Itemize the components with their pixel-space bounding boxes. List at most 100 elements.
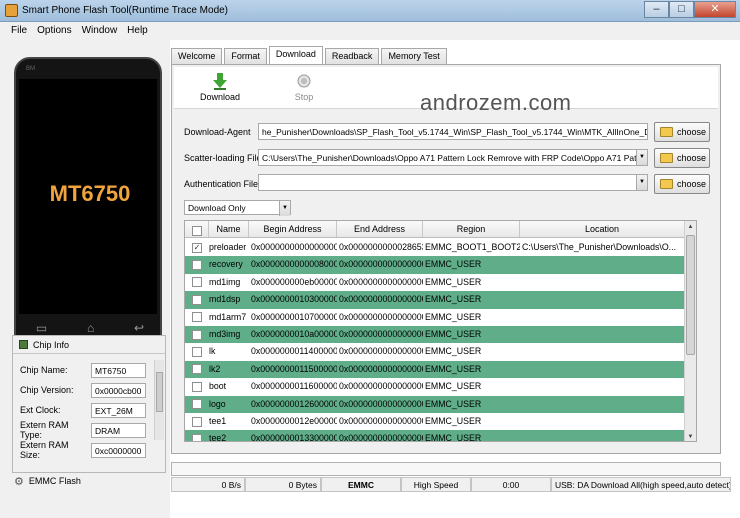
header-end-address[interactable]: End Address	[337, 221, 423, 237]
scroll-thumb[interactable]	[686, 235, 695, 355]
end-address: 0x0000000000000000	[339, 433, 423, 442]
ram-size-value[interactable]: 0xc0000000	[91, 442, 146, 458]
ext-clock-row: Ext Clock: EXT_26M	[20, 402, 146, 418]
menu-options[interactable]: Options	[32, 22, 76, 40]
scroll-thumb[interactable]	[156, 372, 163, 412]
checkbox[interactable]	[192, 329, 202, 340]
table-row[interactable]: ✓ preloader 0x0000000000000000 0x0000000000…	[185, 239, 685, 256]
ram-size-row: Extern RAM Size: 0xc0000000	[20, 440, 146, 460]
download-panel: Download Stop androzem.com Download-Agen…	[171, 64, 721, 454]
choose-da-button[interactable]: choose	[654, 122, 710, 142]
download-button[interactable]: Download	[190, 70, 250, 102]
download-agent-field[interactable]: he_Punisher\Downloads\SP_Flash_Tool_v5.1…	[258, 123, 648, 140]
row-checkbox[interactable]	[185, 291, 209, 308]
checkbox[interactable]	[192, 399, 202, 410]
checkbox[interactable]	[192, 294, 202, 305]
partition-table: Name Begin Address End Address Region Lo…	[184, 220, 697, 442]
minimize-button[interactable]: –	[644, 1, 669, 18]
row-checkbox[interactable]	[185, 430, 209, 441]
auth-file-label: Authentication File	[184, 179, 259, 189]
app-icon	[5, 4, 18, 17]
storage-panel-header[interactable]: ⚙ EMMC Flash	[14, 472, 164, 490]
checkbox[interactable]	[192, 416, 202, 427]
tab-welcome[interactable]: Welcome	[171, 48, 223, 64]
tab-readback[interactable]: Readback	[324, 48, 380, 64]
tab-format[interactable]: Format	[224, 48, 267, 64]
menu-file[interactable]: File	[6, 22, 32, 40]
header-region[interactable]: Region	[423, 221, 520, 237]
scatter-file-field[interactable]: C:\Users\The_Punisher\Downloads\Oppo A71…	[258, 149, 648, 166]
row-checkbox[interactable]	[185, 326, 209, 343]
close-button[interactable]: ✕	[694, 1, 736, 18]
row-checkbox[interactable]: ✓	[185, 239, 209, 256]
table-row[interactable]: lk2 0x0000000011500000 0x0000000000000000 E…	[185, 360, 685, 379]
table-row[interactable]: md1img 0x000000000eb00000 0x00000000000000…	[185, 274, 685, 291]
chip-version-value[interactable]: 0x0000cb00	[91, 382, 146, 398]
checkbox[interactable]	[192, 277, 202, 288]
checkbox[interactable]	[192, 260, 202, 271]
table-row[interactable]: tee2 0x0000000013300000 0x0000000000000000…	[185, 430, 685, 442]
location: C:\Users\The_Punisher\Downloads\O...	[522, 242, 677, 252]
row-checkbox[interactable]	[185, 378, 209, 395]
location	[520, 326, 685, 343]
checkbox[interactable]	[192, 434, 202, 441]
row-checkbox[interactable]	[185, 396, 209, 413]
folder-icon	[660, 179, 673, 189]
table-row[interactable]: tee1 0x0000000012e00000 0x0000000000000000…	[185, 413, 685, 430]
table-row[interactable]: logo 0x0000000012600000 0x0000000000000000…	[185, 395, 685, 413]
scroll-up-icon[interactable]: ▲	[685, 221, 696, 233]
chevron-down-icon[interactable]: ▼	[279, 201, 290, 216]
ext-clock-value[interactable]: EXT_26M	[91, 402, 146, 418]
choose-scatter-button[interactable]: choose	[654, 148, 710, 168]
begin-address: 0x0000000011600000	[251, 381, 337, 392]
left-pane: BM MT6750 ▭ ⌂ ↩ Chip Info Chip Name: MT6…	[0, 40, 170, 518]
partition-name: logo	[209, 398, 226, 409]
chip-info-header[interactable]: Chip Info	[13, 336, 165, 354]
header-location[interactable]: Location	[520, 221, 685, 237]
region: EMMC_USER	[425, 346, 482, 357]
table-row[interactable]: recovery 0x0000000000008000 0x000000000000…	[185, 256, 685, 274]
row-checkbox[interactable]	[185, 361, 209, 378]
select-all-checkbox[interactable]	[185, 221, 209, 237]
checkbox[interactable]: ✓	[192, 242, 202, 253]
row-checkbox[interactable]	[185, 256, 209, 273]
chip-name-value[interactable]: MT6750	[91, 362, 146, 378]
row-checkbox[interactable]	[185, 274, 209, 291]
header-begin-address[interactable]: Begin Address	[249, 221, 337, 237]
table-row[interactable]: md3img 0x0000000010a00000 0x00000000000000…	[185, 326, 685, 344]
row-checkbox[interactable]	[185, 309, 209, 326]
table-row[interactable]: boot 0x0000000011600000 0x0000000000000000…	[185, 378, 685, 395]
tab-memory-test[interactable]: Memory Test	[381, 48, 447, 64]
choose-label: choose	[677, 179, 707, 189]
table-row[interactable]: md1dsp 0x0000000010300000 0x00000000000000…	[185, 291, 685, 309]
checkbox[interactable]	[192, 364, 202, 375]
chip-version-label: Chip Version:	[20, 385, 74, 395]
row-checkbox[interactable]	[185, 343, 209, 360]
chevron-down-icon[interactable]: ▼	[636, 175, 647, 190]
chip-info-scrollbar[interactable]	[154, 360, 164, 440]
checkbox[interactable]	[192, 312, 202, 323]
chevron-down-icon[interactable]: ▼	[636, 150, 647, 165]
ram-type-value[interactable]: DRAM	[91, 422, 146, 438]
stop-button[interactable]: Stop	[274, 70, 334, 102]
choose-auth-button[interactable]: choose	[654, 174, 710, 194]
checkbox[interactable]	[192, 381, 202, 392]
table-row[interactable]: md1arm7 0x0000000010700000 0x0000000000000…	[185, 309, 685, 326]
checkbox[interactable]	[192, 347, 202, 358]
begin-address: 0x0000000012600000	[251, 398, 337, 409]
menu-window[interactable]: Window	[77, 22, 123, 40]
auth-file-field[interactable]: ▼	[258, 174, 648, 191]
download-mode-select[interactable]: Download Only ▼	[184, 200, 291, 216]
menu-bar: File Options Window Help	[0, 22, 740, 40]
header-name[interactable]: Name	[209, 221, 249, 237]
tab-download[interactable]: Download	[268, 46, 323, 64]
table-scrollbar[interactable]: ▲ ▼	[684, 221, 696, 441]
menu-help[interactable]: Help	[122, 22, 153, 40]
scatter-file-label: Scatter-loading File	[184, 153, 262, 163]
end-address: 0x0000000000000000	[339, 398, 423, 409]
maximize-button[interactable]: □	[669, 1, 694, 18]
scroll-down-icon[interactable]: ▼	[685, 431, 696, 441]
table-row[interactable]: lk 0x0000000011400000 0x0000000000000000 EM…	[185, 343, 685, 360]
row-checkbox[interactable]	[185, 413, 209, 430]
download-agent-label: Download-Agent	[184, 127, 251, 137]
